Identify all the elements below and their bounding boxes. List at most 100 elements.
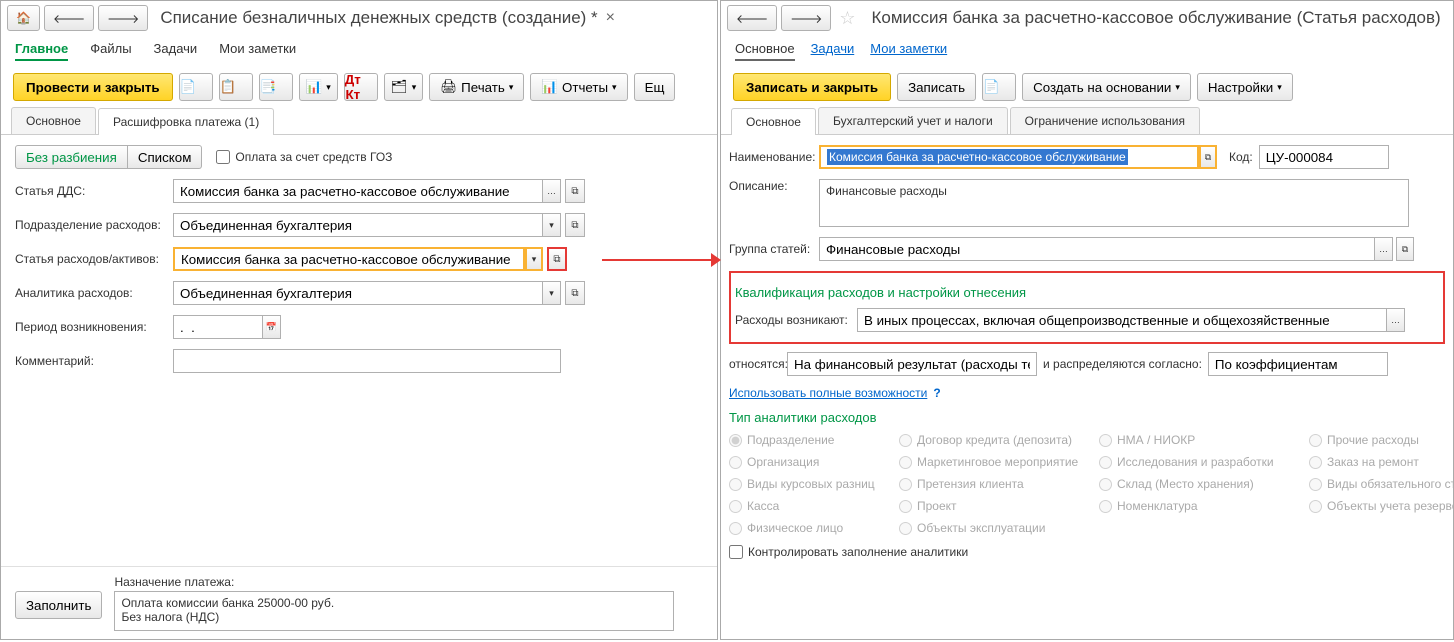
dds-input[interactable] [173,179,543,203]
right-menu-bar: Основное Задачи Мои заметки [721,35,1453,67]
code-label: Код: [1229,150,1253,164]
right-title: Комиссия банка за расчетно-кассовое обсл… [872,8,1441,28]
menu-main[interactable]: Главное [15,41,68,61]
group-input[interactable] [819,237,1375,261]
nav-fwd-r[interactable]: 🡒 [781,5,831,31]
analytics-radio-14[interactable]: Номенклатура [1099,499,1299,513]
analytics-radio-0[interactable]: Подразделение [729,433,889,447]
tool-btn-5[interactable]: ДтКт [344,73,378,101]
nav-fwd-button[interactable]: 🡒 [98,5,148,31]
analytics-radio-7[interactable]: Заказ на ремонт [1309,455,1454,469]
fill-button[interactable]: Заполнить [15,591,102,619]
help-icon[interactable]: ? [933,386,940,400]
create-on-button[interactable]: Создать на основании [1022,73,1191,101]
analytics-radio-5[interactable]: Маркетинговое мероприятие [899,455,1089,469]
comment-input[interactable] [173,349,561,373]
seg-no-split[interactable]: Без разбиения [15,145,128,169]
goz-checkbox-input[interactable] [216,150,230,164]
exp-open-button[interactable]: ⧉ [547,247,567,271]
tool-btn-4[interactable]: 📊 [299,73,338,101]
analytics-radio-17[interactable]: Объекты эксплуатации [899,521,1089,535]
menu-notes[interactable]: Мои заметки [219,41,296,61]
group-open[interactable]: ⧉ [1396,237,1414,261]
analytics-radio-6[interactable]: Исследования и разработки [1099,455,1299,469]
anal-dd[interactable]: ▾ [543,281,561,305]
menu-tasks-r[interactable]: Задачи [811,41,855,61]
qualification-section: Квалификация расходов и настройки отнесе… [729,271,1445,344]
name-input[interactable]: Комиссия банка за расчетно-кассовое обсл… [819,145,1199,169]
tool-btn-2[interactable]: 📋 [219,73,253,101]
menu-tasks[interactable]: Задачи [154,41,198,61]
more-button[interactable]: Ещ [634,73,676,101]
purpose-label: Назначение платежа: [114,575,674,589]
nav-back-button[interactable]: 🡐 [44,5,94,31]
nav-back-r[interactable]: 🡐 [727,5,777,31]
exp-input[interactable] [173,247,525,271]
analytics-radio-15[interactable]: Объекты учета резервов [1309,499,1454,513]
arrow-line [602,259,718,261]
home-button[interactable]: 🏠 [7,5,40,31]
purpose-textarea[interactable]: Оплата комиссии банка 25000-00 руб. Без … [114,591,674,631]
analytics-radio-16[interactable]: Физическое лицо [729,521,889,535]
save-button[interactable]: Записать [897,73,976,101]
menu-main-r[interactable]: Основное [735,41,795,61]
menu-files[interactable]: Файлы [90,41,131,61]
arise-input[interactable] [857,308,1387,332]
menu-notes-r[interactable]: Мои заметки [870,41,947,61]
left-menu-bar: Главное Файлы Задачи Мои заметки [1,35,717,67]
tab-breakdown[interactable]: Расшифровка платежа (1) [98,108,274,135]
dds-ellipsis[interactable]: … [543,179,561,203]
print-button[interactable]: 🖨Печать [429,73,524,101]
arise-ellipsis[interactable]: … [1387,308,1405,332]
period-input[interactable] [173,315,263,339]
left-tabs: Основное Расшифровка платежа (1) [1,107,717,135]
settings-button[interactable]: Настройки [1197,73,1293,101]
save-close-button[interactable]: Записать и закрыть [733,73,891,101]
tool-btn-6[interactable]: 🗂 [384,73,423,101]
tool-btn-r1[interactable]: 📄 [982,73,1016,101]
full-link[interactable]: Использовать полные возможности [729,386,927,400]
period-label: Период возникновения: [15,320,173,334]
dist-input[interactable] [1208,352,1388,376]
analytics-radio-1[interactable]: Договор кредита (депозита) [899,433,1089,447]
analytics-radio-2[interactable]: НМА / НИОКР [1099,433,1299,447]
period-cal-button[interactable]: 📅 [263,315,281,339]
analytics-radio-8[interactable]: Виды курсовых разниц [729,477,889,491]
anal-input[interactable] [173,281,543,305]
analytics-radio-11[interactable]: Виды обязательного стр [1309,477,1454,491]
post-close-button[interactable]: Провести и закрыть [13,73,173,101]
control-checkbox[interactable]: Контролировать заполнение аналитики [729,545,1445,559]
left-pane: 🏠 🡐 🡒 Списание безналичных денежных сред… [0,0,718,640]
analytics-radio-12[interactable]: Касса [729,499,889,513]
exp-dd[interactable]: ▾ [525,247,543,271]
dept-open-button[interactable]: ⧉ [565,213,585,237]
close-icon[interactable]: × [606,9,615,27]
analytics-radio-9[interactable]: Претензия клиента [899,477,1089,491]
anal-open-button[interactable]: ⧉ [565,281,585,305]
tool-btn-1[interactable]: 📄 [179,73,213,101]
desc-input[interactable]: Финансовые расходы [819,179,1409,227]
reports-button[interactable]: 📊Отчеты [530,73,627,101]
tab-limit[interactable]: Ограничение использования [1010,107,1200,134]
seg-list[interactable]: Списком [128,145,203,169]
dept-input[interactable] [173,213,543,237]
dds-open-button[interactable]: ⧉ [565,179,585,203]
star-icon[interactable]: ☆ [839,8,855,29]
analytics-radio-4[interactable]: Организация [729,455,889,469]
analytics-radio-10[interactable]: Склад (Место хранения) [1099,477,1299,491]
left-footer: Заполнить Назначение платежа: Оплата ком… [1,566,717,639]
code-input[interactable] [1259,145,1389,169]
group-ellipsis[interactable]: … [1375,237,1393,261]
analytics-radio-3[interactable]: Прочие расходы [1309,433,1454,447]
tab-main-r[interactable]: Основное [731,108,816,135]
control-checkbox-input[interactable] [729,545,743,559]
name-open[interactable]: ⧉ [1199,145,1217,169]
tab-main-left[interactable]: Основное [11,107,96,134]
goz-checkbox[interactable]: Оплата за счет средств ГОЗ [216,150,392,164]
relate-input[interactable] [787,352,1037,376]
analytics-radio-13[interactable]: Проект [899,499,1089,513]
anal-label: Аналитика расходов: [15,286,173,300]
tab-acct[interactable]: Бухгалтерский учет и налоги [818,107,1008,134]
tool-btn-3[interactable]: 📑 [259,73,293,101]
dept-dd[interactable]: ▾ [543,213,561,237]
